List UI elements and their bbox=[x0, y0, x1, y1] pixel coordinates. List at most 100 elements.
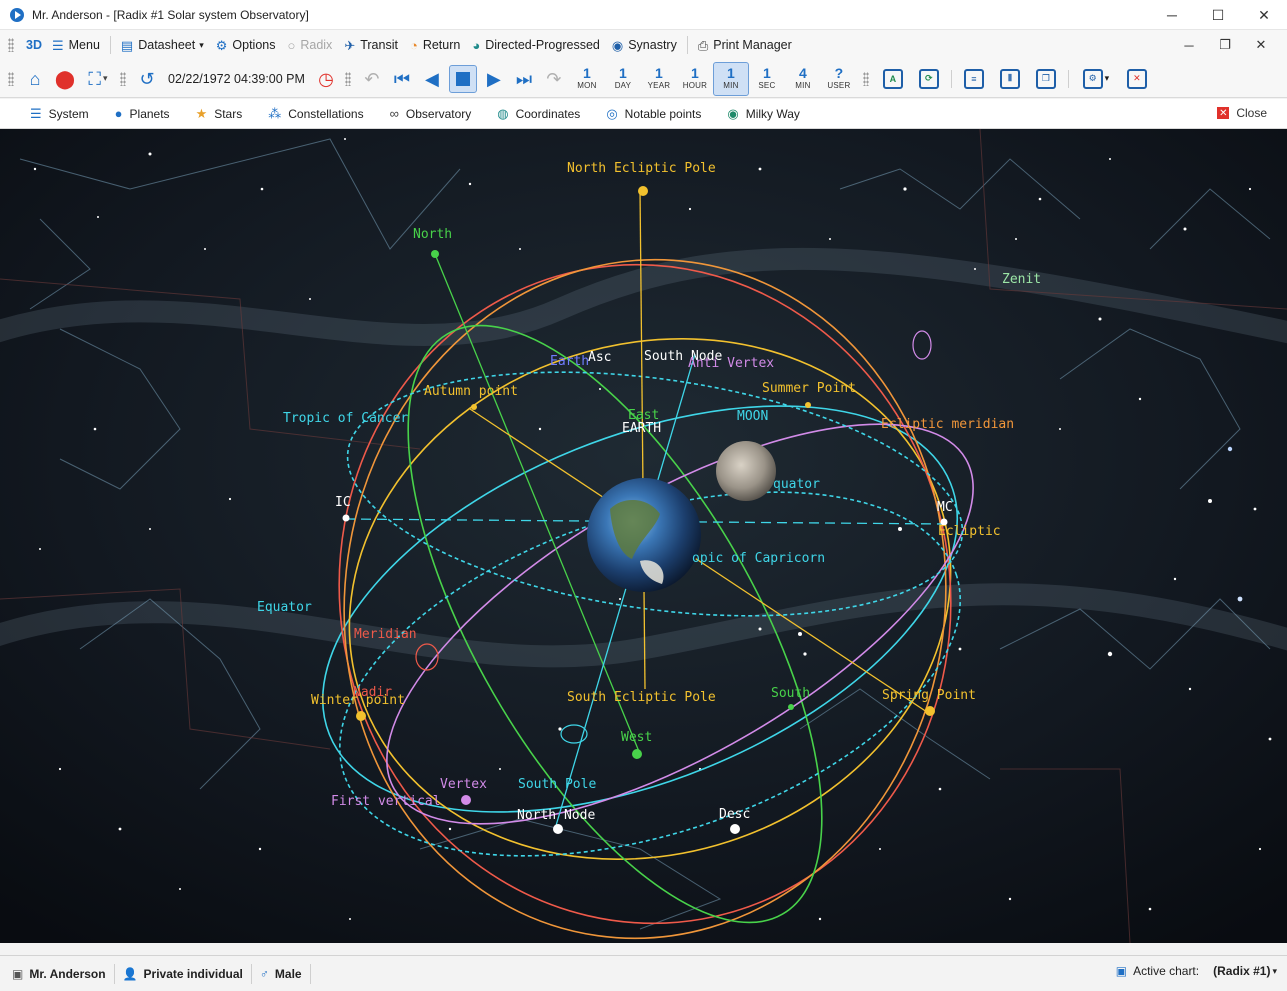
compass-icon: ◎ bbox=[606, 105, 618, 121]
moon-globe[interactable] bbox=[716, 441, 776, 501]
radix-button[interactable]: ○ Radix bbox=[281, 33, 338, 57]
mdi-close-button[interactable]: ✕ bbox=[1243, 37, 1279, 53]
tab-system[interactable]: ☰ System bbox=[30, 106, 89, 122]
step-4min-button[interactable]: 4 MIN bbox=[785, 62, 821, 96]
refresh-icon: ⟳ bbox=[918, 68, 939, 89]
main-menu-toolbar: 3D ☰ Menu ▤ Datasheet ▾ ⚙ Options ○ Radix ✈ Tr… bbox=[0, 30, 1287, 60]
label-north: North bbox=[413, 227, 452, 242]
skip-start-icon[interactable]: ⏮ bbox=[387, 64, 417, 94]
tab-label: Milky Way bbox=[745, 106, 800, 121]
status-person[interactable]: ▣ Mr. Anderson bbox=[12, 963, 115, 984]
label-vertex: Vertex bbox=[440, 777, 487, 792]
separator bbox=[686, 36, 688, 54]
step-seconds-button[interactable]: 1 SEC bbox=[749, 62, 785, 96]
step-months-button[interactable]: 1 MON bbox=[569, 62, 605, 96]
directed-progressed-button[interactable]: ◕ Directed-Progressed bbox=[466, 33, 606, 57]
step-years-button[interactable]: 1 YEAR bbox=[641, 62, 677, 96]
tab-stars[interactable]: ★ Stars bbox=[196, 106, 243, 122]
step-number: 1 bbox=[763, 65, 771, 81]
options-button[interactable]: ⚙ Options bbox=[210, 33, 282, 57]
datetime-display[interactable]: 02/22/1972 04:39:00 PM bbox=[162, 72, 311, 86]
synastry-button[interactable]: ◉ Synastry bbox=[606, 33, 683, 57]
stop-button[interactable] bbox=[448, 64, 477, 93]
label-equator-left: Equator bbox=[257, 600, 312, 615]
home-icon[interactable]: ⌂ bbox=[20, 64, 50, 94]
tab-planets[interactable]: ● Planets bbox=[115, 106, 170, 121]
label-first-vertical: First vertical bbox=[331, 794, 441, 809]
step-hours-button[interactable]: 1 HOUR bbox=[677, 62, 713, 96]
location-pin-icon[interactable]: ⬤ bbox=[50, 64, 80, 94]
layout-columns-button[interactable]: ⦀ bbox=[995, 64, 1025, 94]
step-days-button[interactable]: 1 DAY bbox=[605, 62, 641, 96]
chevron-down-icon: ▾ bbox=[1272, 965, 1277, 976]
transit-icon: ✈ bbox=[344, 37, 356, 53]
print-manager-button[interactable]: ⎙ Print Manager bbox=[692, 33, 798, 57]
status-type[interactable]: 👤 Private individual bbox=[123, 963, 252, 984]
tab-milky-way[interactable]: ◉ Milky Way bbox=[727, 106, 800, 122]
label-mc: MC bbox=[937, 500, 953, 515]
mdi-minimize-button[interactable]: ─ bbox=[1171, 38, 1207, 53]
toolbar-grip[interactable] bbox=[8, 38, 14, 52]
toolbar-grip[interactable] bbox=[862, 71, 869, 86]
radix-icon: ○ bbox=[287, 37, 296, 53]
tab-notable-points[interactable]: ◎ Notable points bbox=[606, 106, 701, 122]
star-icon: ★ bbox=[195, 105, 208, 121]
toolbar-grip[interactable] bbox=[344, 71, 351, 86]
step-minutes-button[interactable]: 1 MIN bbox=[712, 61, 749, 96]
chart-icon: ▣ bbox=[1115, 964, 1128, 978]
label-summer-point: Summer Point bbox=[762, 381, 856, 396]
return-button[interactable]: ◔ Return bbox=[404, 33, 466, 57]
window-close-icon: ✕ bbox=[1126, 68, 1147, 89]
clock-icon[interactable]: ◷ bbox=[311, 64, 341, 94]
tab-coordinates[interactable]: ◍ Coordinates bbox=[497, 106, 580, 122]
separator bbox=[1067, 69, 1069, 88]
label-ecliptic: Ecliptic bbox=[938, 524, 1001, 539]
animation-a-button[interactable]: A bbox=[878, 64, 908, 94]
active-chart-indicator[interactable]: ▣ Active chart: (Radix #1) ▾ bbox=[1116, 964, 1277, 978]
map-icon[interactable]: ⛶ ▾ bbox=[80, 64, 116, 94]
menu-button[interactable]: ☰ Menu bbox=[46, 33, 106, 57]
step-number: 1 bbox=[583, 65, 591, 81]
solar-system-3d-view[interactable]: North Ecliptic Pole North Zenit Earth As… bbox=[0, 129, 1287, 943]
datasheet-label: Datasheet bbox=[138, 38, 196, 52]
navigation-toolbar: ⌂ ⬤ ⛶ ▾ ↺ 02/22/1972 04:39:00 PM ◷ ↶ ⏮ ◀ … bbox=[0, 60, 1287, 98]
step-user-button[interactable]: ? USER bbox=[821, 62, 857, 96]
tab-constellations[interactable]: ⁂ Constellations bbox=[268, 106, 363, 122]
datasheet-button[interactable]: ▤ Datasheet ▾ bbox=[115, 33, 210, 57]
synastry-icon: ◉ bbox=[611, 37, 624, 53]
transit-button[interactable]: ✈ Transit bbox=[338, 33, 404, 57]
celestial-sphere[interactable]: North Ecliptic Pole North Zenit Earth As… bbox=[0, 129, 1287, 943]
redo-icon[interactable]: ↷ bbox=[539, 64, 569, 94]
layout-cascade-button[interactable]: ❐ bbox=[1031, 64, 1061, 94]
step-number: 1 bbox=[619, 65, 627, 81]
tab-observatory[interactable]: ∞ Observatory bbox=[390, 106, 472, 121]
layout-rows-button[interactable]: ≡ bbox=[959, 64, 989, 94]
status-gender[interactable]: ♂ Male bbox=[260, 963, 311, 984]
view-3d-button[interactable]: 3D bbox=[20, 33, 46, 57]
undo-icon[interactable]: ↶ bbox=[357, 64, 387, 94]
minimize-button[interactable]: ─ bbox=[1149, 0, 1195, 30]
close-button[interactable]: ✕ bbox=[1241, 0, 1287, 30]
skip-end-icon[interactable]: ⏭ bbox=[509, 64, 539, 94]
label-south-ecliptic-pole: South Ecliptic Pole bbox=[567, 690, 716, 705]
active-chart-value[interactable]: (Radix #1) bbox=[1213, 964, 1270, 978]
step-number: ? bbox=[834, 65, 844, 81]
close-window-button[interactable]: ✕ bbox=[1122, 64, 1152, 94]
label-tropic-capricorn: opic of Capricorn bbox=[692, 551, 825, 566]
toolbar-grip[interactable] bbox=[8, 71, 14, 86]
history-icon[interactable]: ↺ bbox=[132, 64, 162, 94]
options-label: Options bbox=[232, 38, 276, 52]
mdi-restore-button[interactable]: ❐ bbox=[1207, 37, 1243, 53]
app-icon[interactable] bbox=[10, 7, 24, 22]
step-forward-icon[interactable]: ▶ bbox=[479, 64, 509, 94]
label-north-node: North Node bbox=[517, 808, 595, 823]
synastry-label: Synastry bbox=[628, 38, 677, 52]
mdi-controls: ─ ❐ ✕ bbox=[1171, 30, 1279, 60]
toolbar-grip[interactable] bbox=[120, 71, 126, 86]
close-panel-button[interactable]: ✕ Close bbox=[1217, 106, 1267, 120]
label-anti-vertex: Anti Vertex bbox=[688, 356, 774, 371]
maximize-button[interactable]: ☐ bbox=[1195, 0, 1241, 30]
window-options-button[interactable]: ⚙ ▾ bbox=[1076, 64, 1116, 94]
refresh-button[interactable]: ⟳ bbox=[914, 64, 944, 94]
step-back-icon[interactable]: ◀ bbox=[417, 64, 447, 94]
